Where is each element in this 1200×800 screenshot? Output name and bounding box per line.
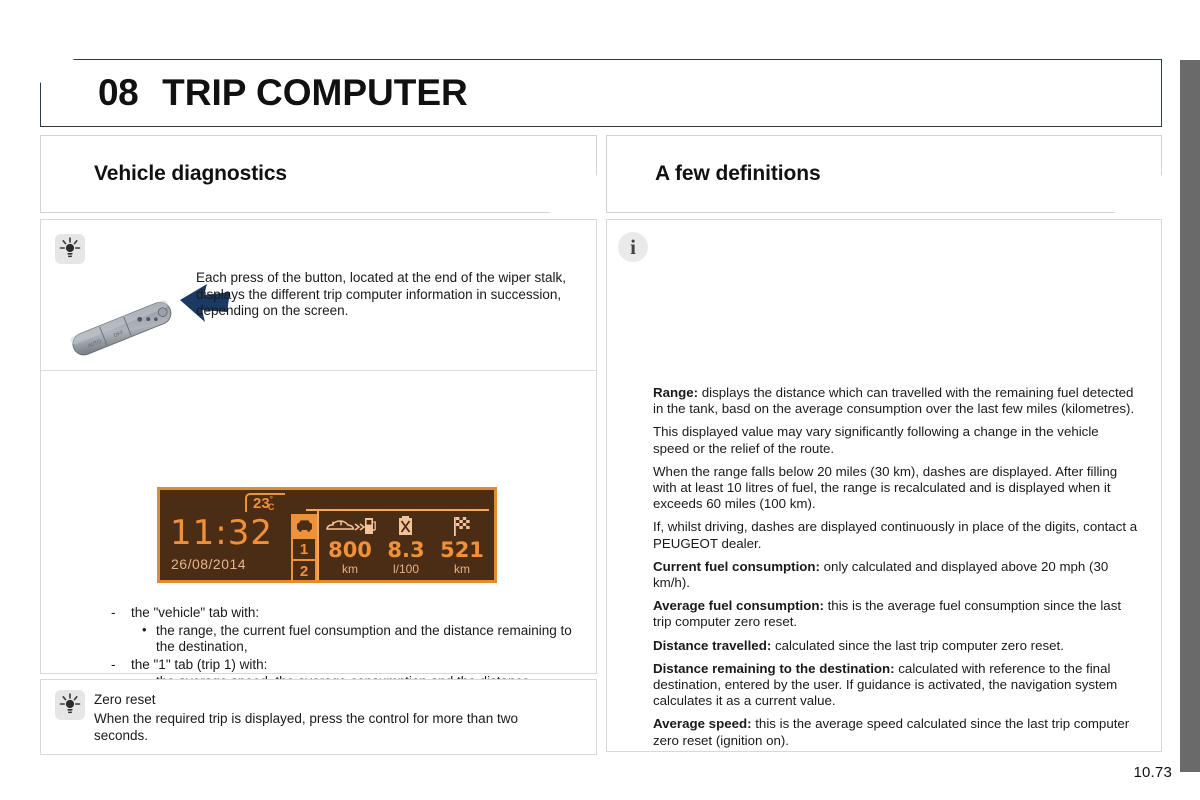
manual-page: 08 TRIP COMPUTER Vehicle diagnostics AUT… bbox=[0, 0, 1200, 800]
definition-item: Current fuel consumption: only calculate… bbox=[653, 559, 1138, 591]
display-clock: 11:32 bbox=[170, 513, 273, 553]
definition-term: Average fuel consumption: bbox=[653, 598, 824, 614]
right-column: A few definitions i Range: displays the … bbox=[606, 135, 1162, 752]
definition-term: Distance remaining to the destination: bbox=[653, 660, 895, 676]
list-item: the "vehicle" tab with: bbox=[41, 605, 596, 622]
display-date: 26/08/2014 bbox=[171, 556, 247, 572]
list-item-text: the range, the current fuel consumption … bbox=[156, 622, 572, 655]
definition-item: Range: displays the distance which can t… bbox=[653, 385, 1138, 417]
definition-term: Current fuel consumption: bbox=[653, 558, 820, 574]
destination-distance-field: 521 km bbox=[434, 514, 490, 578]
definition-term: Distance travelled: bbox=[653, 637, 772, 653]
list-item-text: the "vehicle" tab with: bbox=[131, 605, 260, 620]
vehicle-diagnostics-body: AUTO OFF Each press of the button, locat… bbox=[40, 219, 597, 724]
definition-text: displays the distance which can travelle… bbox=[653, 385, 1135, 417]
fuel-can-icon bbox=[396, 514, 416, 538]
wiper-stalk-description: Each press of the button, located at the… bbox=[196, 270, 566, 318]
definition-item: This displayed value may vary significan… bbox=[653, 424, 1138, 456]
left-column: Vehicle diagnostics AUTO OFF Each press … bbox=[40, 135, 597, 755]
destination-distance-unit: km bbox=[454, 562, 470, 576]
bulb-icon bbox=[55, 234, 85, 264]
divider bbox=[41, 370, 596, 371]
range-field: 800 km bbox=[322, 514, 378, 578]
definition-item: Distance travelled: calculated since the… bbox=[653, 638, 1138, 654]
section-header-vehicle-diagnostics: Vehicle diagnostics bbox=[40, 135, 597, 213]
definition-item: When the range falls below 20 miles (30 … bbox=[653, 464, 1138, 513]
definitions-list: Range: displays the distance which can t… bbox=[653, 385, 1138, 756]
definition-text: calculated since the last trip computer … bbox=[771, 637, 1064, 653]
wiper-stalk-illustration: AUTO OFF bbox=[70, 300, 172, 356]
trip-1-tab[interactable]: 1 bbox=[293, 539, 315, 562]
fuel-consumption-unit: l/100 bbox=[392, 562, 420, 576]
definition-item: Average fuel consumption: this is the av… bbox=[653, 598, 1138, 630]
bulb-icon bbox=[55, 690, 85, 720]
page-edge-tab bbox=[1180, 60, 1200, 772]
fuel-consumption-value: 8.3 bbox=[387, 538, 425, 562]
trip-2-tab[interactable]: 2 bbox=[293, 561, 315, 582]
chapter-number: 08 bbox=[98, 72, 139, 113]
definition-item: Average speed: this is the average speed… bbox=[653, 716, 1138, 748]
display-screen: 23 ° C 11:32 26/08/2014 1 2 800 km 8.3 l… bbox=[157, 487, 497, 583]
display-top-rule bbox=[306, 509, 489, 511]
definition-item: If, whilst driving, dashes are displayed… bbox=[653, 519, 1138, 551]
fuel-consumption-field: 8.3 l/100 bbox=[378, 514, 434, 578]
chapter-title: TRIP COMPUTER bbox=[162, 72, 468, 113]
zero-reset-title: Zero reset bbox=[94, 692, 156, 707]
display-fields: 800 km 8.3 l/100 521 km bbox=[322, 514, 490, 578]
vehicle-tab[interactable] bbox=[293, 516, 315, 539]
car-to-fuel-pump-icon bbox=[324, 514, 376, 538]
car-front-icon bbox=[296, 520, 312, 533]
chapter-banner-content: 08 TRIP COMPUTER bbox=[40, 59, 1162, 127]
definition-term: Range: bbox=[653, 385, 699, 400]
definitions-body: i Range: displays the distance which can… bbox=[606, 219, 1162, 752]
info-icon: i bbox=[618, 232, 648, 262]
definition-term: Average speed: bbox=[653, 716, 752, 732]
checkered-flag-icon bbox=[451, 514, 473, 538]
destination-distance-value: 521 bbox=[440, 538, 484, 562]
definition-text: If, whilst driving, dashes are displayed… bbox=[653, 519, 1138, 551]
section-header-a-few-definitions: A few definitions bbox=[606, 135, 1162, 213]
info-icon-letter: i bbox=[630, 234, 636, 259]
zero-reset-text: When the required trip is displayed, pre… bbox=[94, 711, 518, 743]
list-item: the "1" tab (trip 1) with: bbox=[41, 657, 596, 674]
display-tab-column: 1 2 bbox=[291, 514, 317, 582]
definition-text: When the range falls below 20 miles (30 … bbox=[653, 463, 1118, 512]
section-title: Vehicle diagnostics bbox=[94, 162, 288, 185]
outside-temperature: 23 ° C bbox=[245, 493, 286, 512]
list-item-text: the "1" tab (trip 1) with: bbox=[131, 656, 268, 672]
display-vertical-rule bbox=[317, 511, 319, 580]
section-title: A few definitions bbox=[655, 162, 821, 185]
trip-computer-display: 23 ° C 11:32 26/08/2014 1 2 800 km 8.3 l… bbox=[157, 487, 497, 583]
definition-item: Distance remaining to the destination: c… bbox=[653, 661, 1138, 710]
range-unit: km bbox=[342, 562, 358, 576]
range-value: 800 bbox=[328, 538, 372, 562]
list-item: the range, the current fuel consumption … bbox=[41, 622, 596, 656]
definition-text: This displayed value may vary significan… bbox=[653, 424, 1099, 456]
zero-reset-card: Zero reset When the required trip is dis… bbox=[40, 679, 597, 755]
wiper-stalk-block: AUTO OFF Each press of the button, locat… bbox=[41, 264, 596, 374]
page-number: 10.73 bbox=[1133, 764, 1172, 781]
